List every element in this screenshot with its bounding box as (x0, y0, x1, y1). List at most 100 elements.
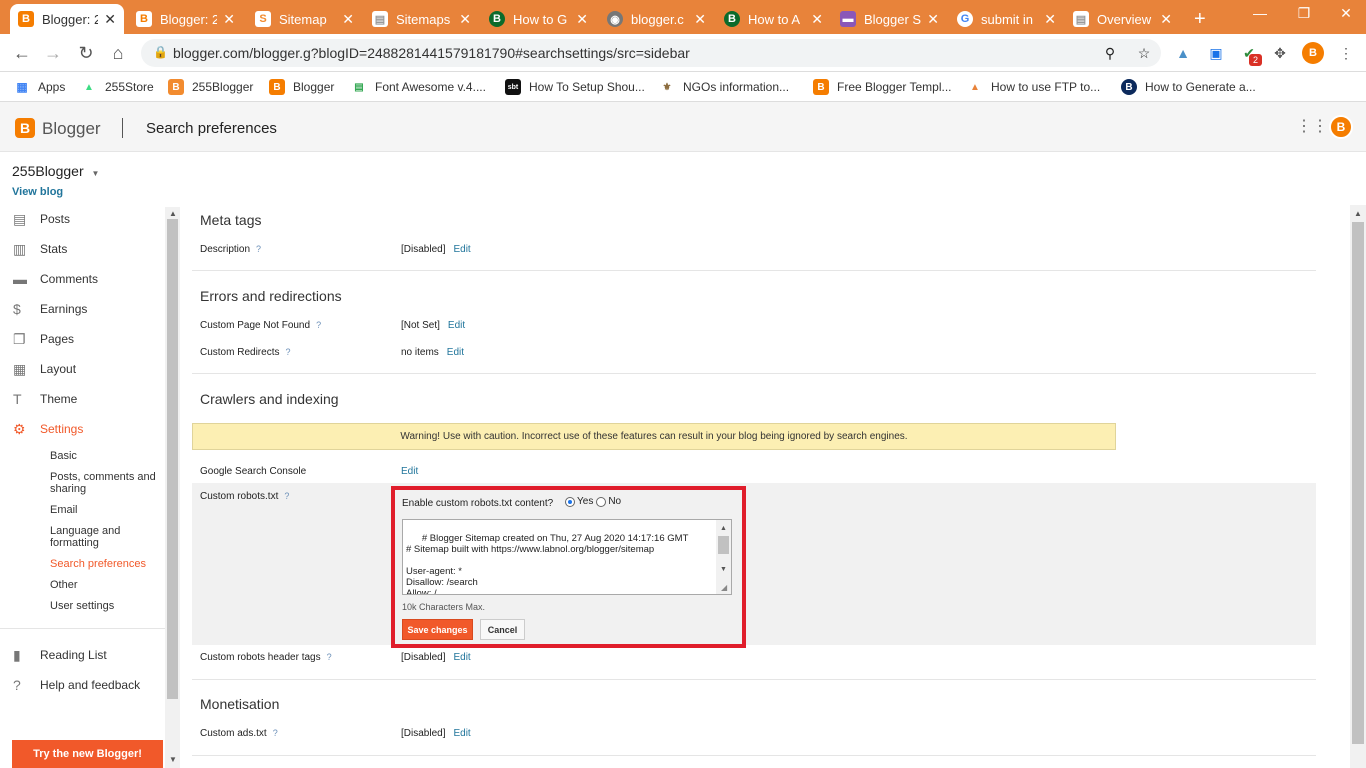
reload-icon[interactable]: ↻ (71, 38, 101, 68)
profile-avatar[interactable]: B (1300, 40, 1326, 66)
sidebar-item-comments[interactable]: ▬ Comments (0, 264, 165, 294)
account-avatar[interactable]: B (1329, 115, 1353, 139)
close-icon[interactable]: ✕ (104, 11, 116, 28)
home-icon[interactable]: ⌂ (103, 38, 133, 68)
sidebar-item-reading-list[interactable]: ▮ Reading List (0, 640, 165, 670)
close-icon[interactable]: ✕ (927, 11, 939, 28)
brand-name[interactable]: Blogger (42, 119, 101, 139)
scroll-down-icon[interactable]: ▼ (720, 564, 727, 575)
bookmark-font-awesome[interactable]: ▤ Font Awesome v.4.... (351, 76, 486, 98)
browser-tab[interactable]: B How to A ✕ (716, 4, 831, 34)
robots-textarea[interactable]: # Blogger Sitemap created on Thu, 27 Aug… (402, 519, 732, 595)
apps-grid-icon[interactable]: ⋮⋮ (1296, 116, 1328, 136)
scroll-up-icon[interactable]: ▲ (1354, 209, 1362, 218)
main-scrollbar[interactable]: ▲ (1350, 205, 1366, 768)
scrollbar-thumb[interactable] (167, 219, 178, 699)
sidebar-item-help[interactable]: ? Help and feedback (0, 670, 165, 700)
cancel-button[interactable]: Cancel (480, 619, 525, 640)
sidebar-item-stats[interactable]: ▥ Stats (0, 234, 165, 264)
bookmark-templates[interactable]: B Free Blogger Templ... (813, 76, 952, 98)
view-blog-link[interactable]: View blog (12, 186, 63, 198)
save-changes-button[interactable]: Save changes (402, 619, 473, 640)
bookmark-setup[interactable]: sbt How To Setup Shou... (505, 76, 645, 98)
browser-tab[interactable]: ◉ blogger.c ✕ (599, 4, 714, 34)
settings-sub-posts-comments[interactable]: Posts, comments and sharing (50, 471, 165, 495)
more-vert-icon[interactable]: ⋮ (1333, 40, 1359, 66)
puzzle-icon[interactable]: ✥ (1267, 40, 1293, 66)
close-icon[interactable]: ✕ (694, 11, 706, 28)
help-icon[interactable]: ? (285, 347, 290, 357)
bookmark-ngos[interactable]: ⚜ NGOs information... (659, 76, 790, 98)
extension-icon[interactable]: ▲ (1170, 40, 1196, 66)
bookmark-blogger[interactable]: B Blogger (269, 76, 334, 98)
edit-not-found-link[interactable]: Edit (448, 320, 465, 331)
help-icon[interactable]: ? (284, 491, 289, 501)
settings-sub-user-settings[interactable]: User settings (50, 600, 165, 612)
scrollbar-thumb[interactable] (1352, 222, 1364, 744)
sidebar-item-layout[interactable]: ▦ Layout (0, 354, 165, 384)
scroll-up-icon[interactable]: ▲ (720, 523, 727, 534)
blogger-logo-icon[interactable]: B (15, 118, 35, 138)
bookmark-ftp[interactable]: ▲ How to use FTP to... (967, 76, 1100, 98)
restore-icon[interactable]: ❐ (1284, 0, 1324, 26)
radio-yes[interactable] (565, 496, 575, 507)
help-icon[interactable]: ? (273, 728, 278, 738)
zoom-icon[interactable]: ⚲ (1097, 40, 1123, 66)
edit-description-link[interactable]: Edit (453, 244, 470, 255)
back-arrow-icon[interactable]: ← (7, 38, 37, 68)
help-icon[interactable]: ? (327, 652, 332, 662)
browser-tab[interactable]: S Sitemap ✕ (247, 4, 362, 34)
edit-gsc-link[interactable]: Edit (401, 466, 418, 477)
sidebar-item-theme[interactable]: T Theme (0, 384, 165, 414)
close-icon[interactable]: ✕ (1160, 11, 1172, 28)
help-icon[interactable]: ? (256, 244, 261, 254)
browser-tab[interactable]: B Blogger: 2 ✕ (128, 4, 243, 34)
scroll-up-icon[interactable]: ▲ (169, 209, 177, 218)
close-icon[interactable]: ✕ (811, 11, 823, 28)
address-bar[interactable]: 🔒 blogger.com/blogger.g?blogID=248828144… (141, 39, 1161, 67)
browser-tab[interactable]: ▤ Overview ✕ (1065, 4, 1180, 34)
sidebar-item-earnings[interactable]: $ Earnings (0, 294, 165, 324)
sidebar-scrollbar[interactable]: ▲ ▼ (165, 207, 180, 768)
settings-sub-search-preferences[interactable]: Search preferences (50, 558, 165, 570)
star-icon[interactable]: ☆ (1131, 40, 1157, 66)
scroll-down-icon[interactable]: ▼ (169, 755, 177, 764)
close-icon[interactable]: ✕ (1044, 11, 1056, 28)
bookmark-255store[interactable]: ▲ 255Store (81, 76, 154, 98)
scrollbar-thumb[interactable] (718, 536, 729, 554)
close-icon[interactable]: ✕ (223, 11, 235, 28)
settings-sub-basic[interactable]: Basic (50, 450, 165, 462)
radio-no[interactable] (596, 496, 607, 507)
close-icon[interactable]: ✕ (342, 11, 354, 28)
forward-arrow-icon[interactable]: → (38, 38, 68, 68)
edit-ads-link[interactable]: Edit (453, 728, 470, 739)
settings-sub-email[interactable]: Email (50, 504, 165, 516)
edit-redirects-link[interactable]: Edit (447, 347, 464, 358)
blog-selector[interactable]: 255Blogger ▼ (12, 163, 99, 179)
minimize-icon[interactable]: — (1240, 0, 1280, 26)
try-new-blogger-button[interactable]: Try the new Blogger! (12, 740, 163, 768)
help-icon[interactable]: ? (316, 320, 321, 330)
close-icon[interactable]: ✕ (459, 11, 471, 28)
settings-sub-language[interactable]: Language and formatting (50, 525, 165, 549)
resize-handle-icon[interactable]: ◢ (721, 582, 727, 593)
bookmark-255blogger[interactable]: B 255Blogger (168, 76, 253, 98)
browser-tab[interactable]: ▤ Sitemaps ✕ (364, 4, 479, 34)
settings-sub-other[interactable]: Other (50, 579, 165, 591)
bookmark-apps[interactable]: ▦ Apps (14, 76, 65, 98)
window-close-icon[interactable]: ✕ (1326, 0, 1366, 26)
browser-tab[interactable]: G submit in ✕ (949, 4, 1064, 34)
browser-tab[interactable]: ▬ Blogger S ✕ (832, 4, 947, 34)
sidebar-item-posts[interactable]: ▤ Posts (0, 204, 165, 234)
extension-icon[interactable]: ▣ (1203, 40, 1229, 66)
new-tab-button[interactable]: + (1186, 4, 1216, 34)
bookmark-generate[interactable]: B How to Generate a... (1121, 76, 1256, 98)
edit-header-tags-link[interactable]: Edit (453, 652, 470, 663)
sidebar-item-settings[interactable]: ⚙ Settings (0, 414, 165, 444)
sidebar-item-pages[interactable]: ❐ Pages (0, 324, 165, 354)
close-icon[interactable]: ✕ (576, 11, 588, 28)
browser-tab[interactable]: B Blogger: 2 ✕ (10, 4, 124, 34)
textarea-scrollbar[interactable]: ▲ ▼ ◢ (716, 520, 731, 594)
b-logo-icon: B (724, 11, 740, 27)
browser-tab[interactable]: B How to G ✕ (481, 4, 596, 34)
